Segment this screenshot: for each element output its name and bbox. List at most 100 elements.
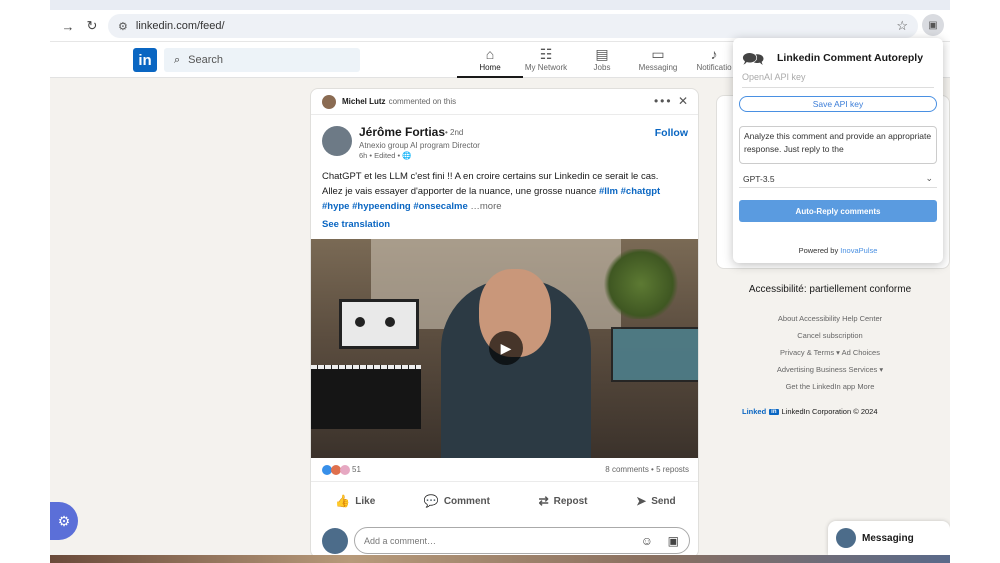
video-monitor <box>339 299 419 349</box>
footer-links[interactable]: Advertising Business Services ▾ <box>710 365 950 374</box>
repost-label: Repost <box>553 495 588 507</box>
comment-input[interactable]: Add a comment… ☺ ▣ <box>354 527 690 554</box>
reactions[interactable]: 51 <box>322 464 361 475</box>
reactions-count: 51 <box>352 465 361 474</box>
post-actions: 👍 Like 💬 Comment ⇄ Repost ➤ Send <box>311 487 698 515</box>
url-text: linkedin.com/feed/ <box>135 20 225 32</box>
context-name[interactable]: Michel Lutz <box>342 97 386 106</box>
like-button[interactable]: 👍 Like <box>335 494 375 508</box>
address-bar[interactable]: ⚙ linkedin.com/feed/ ☆ <box>108 14 918 38</box>
post-text: ChatGPT et les LLM c'est fini !! A en cr… <box>322 169 692 214</box>
close-icon[interactable]: ✕ <box>678 94 690 108</box>
video-piano <box>311 369 421 429</box>
globe-icon: 🌐 <box>402 151 412 160</box>
video-aquarium <box>611 327 698 382</box>
feed-post: Michel Lutz commented on this ••• ✕ Jérô… <box>310 88 699 558</box>
settings-gear-icon[interactable]: ⚙ <box>50 502 78 540</box>
hashtag[interactable]: #llm <box>599 186 618 197</box>
repost-button[interactable]: ⇄ Repost <box>539 494 588 508</box>
post-line: #hype #hypeending #onsecalme …more <box>322 199 692 214</box>
nav-label: My Network <box>524 63 568 72</box>
follow-button[interactable]: Follow <box>655 127 688 139</box>
search-input[interactable]: ⌕ Search <box>164 48 360 72</box>
post-meta: 6h • Edited • 🌐 <box>359 151 412 160</box>
chat-bubbles-icon: 🗪 <box>742 49 765 69</box>
comment-icon: 💬 <box>423 494 439 508</box>
post-line-text: Allez je vais essayer d'apporter de la n… <box>322 186 597 197</box>
inovapulse-link[interactable]: InovaPulse <box>840 246 877 255</box>
connection-degree: • 2nd <box>445 128 464 137</box>
emoji-icon[interactable]: ☺ <box>641 534 653 548</box>
author-name[interactable]: Jérôme Fortias <box>359 125 445 139</box>
reload-icon[interactable]: ↻ <box>80 14 104 38</box>
love-reaction-icon <box>340 464 350 475</box>
comments-reposts-count[interactable]: 8 comments • 5 reposts <box>605 465 689 474</box>
video-detail <box>385 317 395 327</box>
model-select[interactable]: GPT-3.5 ⌄ <box>739 170 937 188</box>
more-options-icon[interactable]: ••• <box>654 94 673 108</box>
avatar[interactable] <box>322 528 348 554</box>
corp-text: LinkedIn Corporation © 2024 <box>781 407 878 416</box>
play-icon[interactable]: ▶ <box>489 331 523 365</box>
browser-window: → ↻ ⚙ linkedin.com/feed/ ☆ ▣ in ⌕ Search… <box>50 0 950 563</box>
image-icon[interactable]: ▣ <box>668 534 679 548</box>
hashtag[interactable]: #hype <box>322 201 349 212</box>
linkedin-corporation: Linked in LinkedIn Corporation © 2024 <box>742 407 878 416</box>
hashtag[interactable]: #hypeending <box>352 201 411 212</box>
comment-label: Comment <box>443 495 490 507</box>
video-player[interactable]: ▶ <box>311 239 698 458</box>
linkedin-small-logo: in <box>769 408 779 415</box>
linkedin-logo[interactable]: in <box>133 48 157 72</box>
powered-by-text: Powered by <box>798 246 839 255</box>
accessibility-statement[interactable]: Accessibilité: partiellement conforme <box>710 284 950 295</box>
post-controls: ••• ✕ <box>654 94 690 108</box>
macos-dock <box>50 555 950 563</box>
avatar[interactable] <box>322 94 336 109</box>
see-translation-link[interactable]: See translation <box>322 219 390 230</box>
comment-row: Add a comment… ☺ ▣ <box>322 527 692 555</box>
comment-button[interactable]: 💬 Comment <box>424 494 490 508</box>
bell-icon: ♪ <box>710 46 718 62</box>
hashtag[interactable]: #chatgpt <box>621 186 661 197</box>
thumb-up-icon: 👍 <box>335 494 351 508</box>
tab-strip <box>50 0 950 10</box>
footer-links[interactable]: Cancel subscription <box>710 331 950 340</box>
see-more-link[interactable]: …more <box>470 201 501 212</box>
chat-icon: ▭ <box>651 46 665 62</box>
comment-placeholder: Add a comment… <box>364 535 437 546</box>
extension-chat-icon[interactable]: ▣ <box>922 14 944 36</box>
tune-icon[interactable]: ⚙ <box>118 20 128 33</box>
auto-reply-button[interactable]: Auto-Reply comments <box>739 200 937 222</box>
nav-label: Jobs <box>593 63 611 72</box>
extension-title: Linkedin Comment Autoreply <box>777 52 924 64</box>
messaging-panel[interactable]: Messaging <box>828 521 950 555</box>
author-headline: Atnexio group AI program Director <box>359 141 480 150</box>
search-icon: ⌕ <box>174 53 181 66</box>
prompt-textarea[interactable]: Analyze this comment and provide an appr… <box>739 126 937 164</box>
post-time: 6h • Edited • <box>359 151 401 160</box>
bookmark-star-icon[interactable]: ☆ <box>896 18 908 34</box>
nav-label: Notificatio <box>696 63 732 72</box>
author-avatar[interactable] <box>322 126 352 156</box>
post-stats: 51 8 comments • 5 reposts <box>311 458 698 482</box>
forward-icon[interactable]: → <box>56 14 80 38</box>
extension-popup: 🗪 Linkedin Comment Autoreply OpenAI API … <box>733 38 943 263</box>
avatar <box>836 528 856 548</box>
footer-links[interactable]: Privacy & Terms ▾ Ad Choices <box>710 348 950 357</box>
nav-label: Messaging <box>638 63 678 72</box>
save-api-key-button[interactable]: Save API key <box>739 96 937 112</box>
send-button[interactable]: ➤ Send <box>636 494 676 508</box>
model-value: GPT-3.5 <box>743 173 775 184</box>
people-icon: ☷ <box>539 46 553 62</box>
hashtag[interactable]: #onsecalme <box>413 201 467 212</box>
api-key-input[interactable]: OpenAI API key <box>742 72 934 88</box>
messaging-label: Messaging <box>862 532 914 544</box>
like-label: Like <box>355 495 376 507</box>
nav-label: Home <box>479 63 501 72</box>
send-icon: ➤ <box>636 494 647 508</box>
footer-links[interactable]: Get the LinkedIn app More <box>710 382 950 391</box>
home-icon: ⌂ <box>485 46 495 62</box>
footer-links[interactable]: About Accessibility Help Center <box>710 314 950 323</box>
briefcase-icon: ▤ <box>595 46 609 62</box>
repost-icon: ⇄ <box>538 494 549 508</box>
